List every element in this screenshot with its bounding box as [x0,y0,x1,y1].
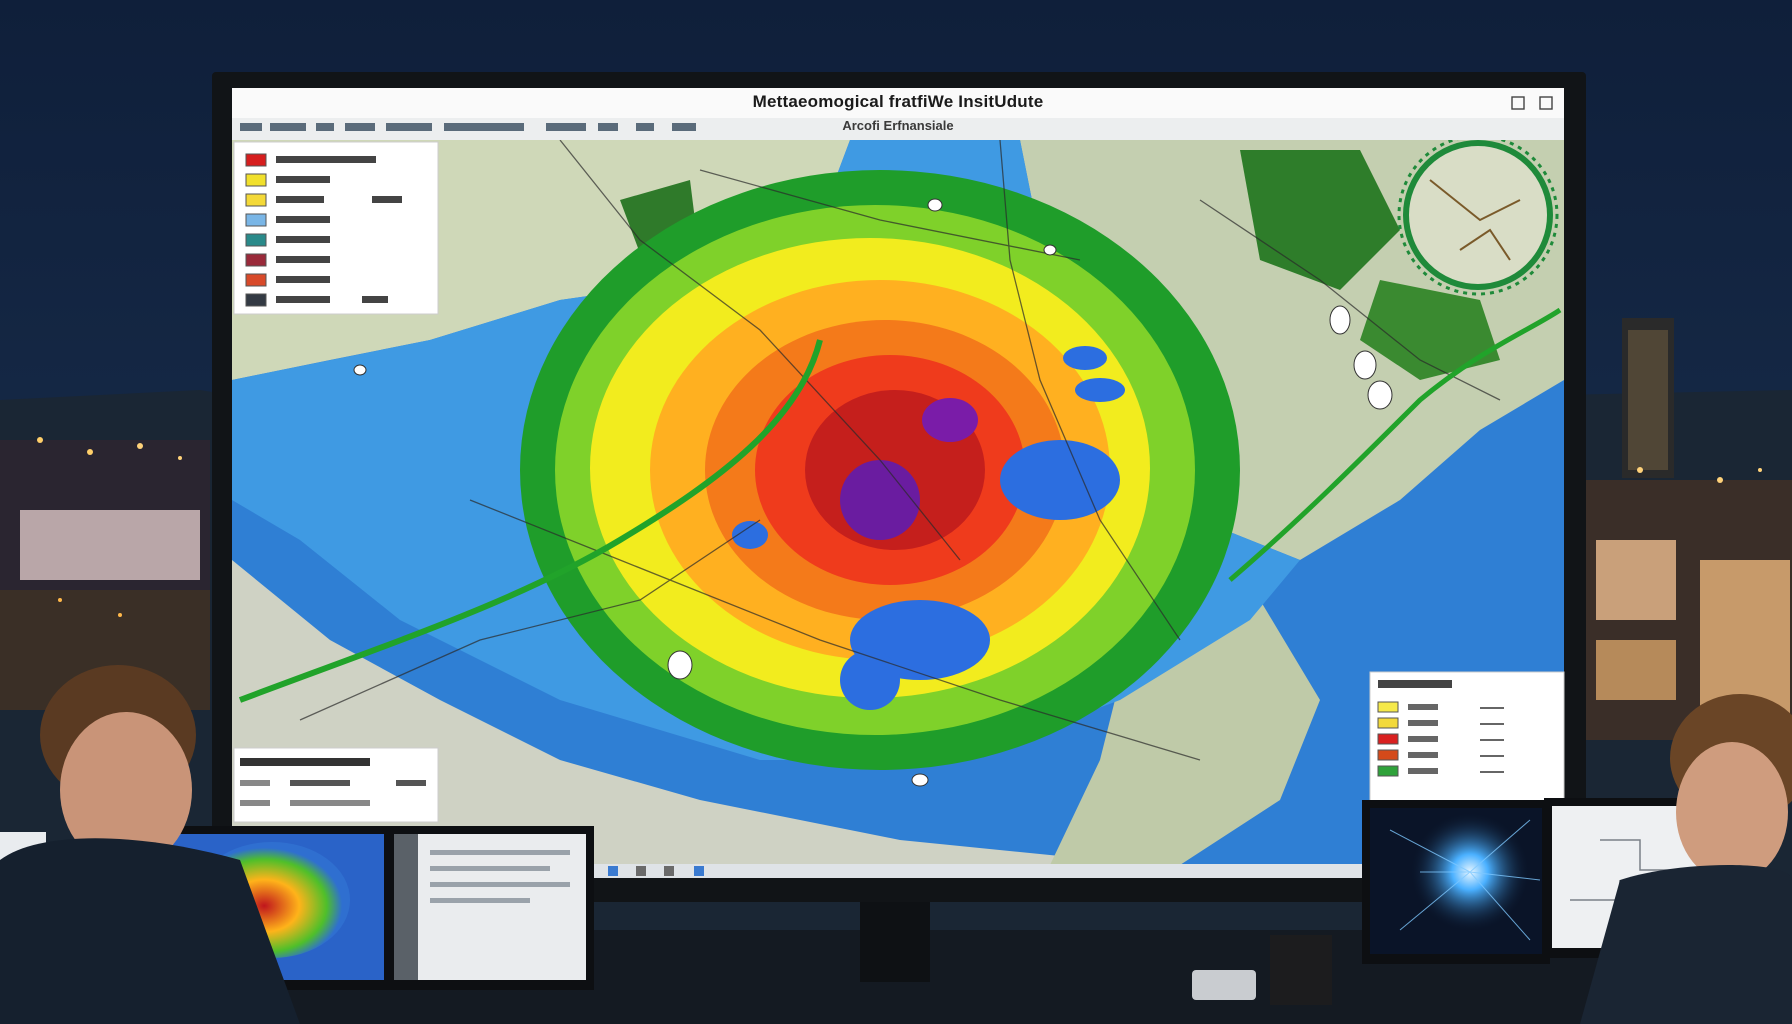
legend-swatch [245,173,267,187]
legend-swatch [245,293,267,307]
legend-swatch [245,253,267,267]
legend-swatch [245,273,267,287]
desk-device [1192,970,1256,1000]
storm-heat-area [520,170,1240,770]
legend-swatch [245,233,267,247]
desk-speaker [1270,935,1332,1005]
legend-bottom-right [1369,671,1565,807]
legend-swatch [1377,749,1399,761]
legend-swatch [245,153,267,167]
legend-swatch [1377,717,1399,729]
info-panel-bottom-left [233,747,439,823]
monitor-left-document [386,826,594,990]
legend-swatch [245,213,267,227]
title-bar [232,88,1564,122]
legend-swatch [1377,733,1399,745]
display-stand [860,902,930,982]
legend-top-left [233,141,439,315]
legend-swatch [245,193,267,207]
control-room-scene [0,0,1792,1024]
legend-swatch [1377,701,1399,713]
legend-swatch [1377,765,1399,777]
monitor-right-radar [1362,800,1550,964]
